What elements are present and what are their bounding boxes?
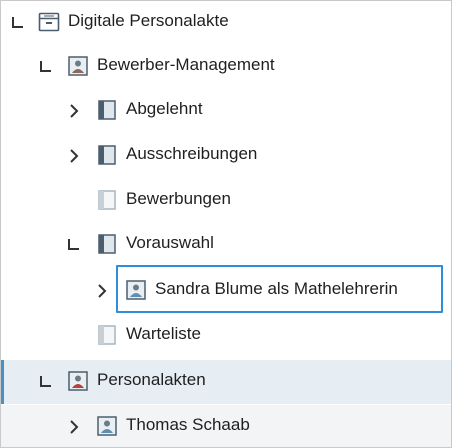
expand-icon[interactable] [93, 281, 111, 301]
tree-item-digitale-personalakte[interactable]: Digitale Personalakte [1, 1, 451, 45]
tree-item-thomas-schaab[interactable]: Thomas Schaab [1, 405, 451, 447]
tree-item-bewerber-management[interactable]: Bewerber-Management [1, 45, 451, 89]
tree-item-label: Sandra Blume als Mathelehrerin [155, 279, 398, 298]
tree-item-label: Vorauswahl [126, 233, 214, 252]
person-file-icon [96, 415, 118, 442]
tree-item-label: Bewerber-Management [97, 55, 275, 74]
archive-icon [38, 11, 60, 38]
collapse-icon[interactable] [65, 235, 83, 255]
person-folder-icon [67, 55, 89, 82]
tree-item-personalakten[interactable]: Personalakten [1, 360, 451, 404]
tree-item-warteliste[interactable]: Warteliste [1, 314, 451, 358]
expand-icon[interactable] [65, 146, 83, 166]
tree-item-bewerbungen[interactable]: Bewerbungen [1, 179, 451, 223]
collapse-icon[interactable] [37, 372, 55, 392]
tree-item-label: Digitale Personalakte [68, 11, 229, 30]
navigation-tree: Digitale Personalakte Bewerber-Managemen… [0, 0, 452, 448]
tree-item-label: Thomas Schaab [126, 415, 250, 434]
expand-icon[interactable] [65, 101, 83, 121]
tree-item-label: Warteliste [126, 324, 201, 343]
register-icon [96, 233, 118, 260]
tree-item-label: Bewerbungen [126, 189, 231, 208]
register-empty-icon [96, 189, 118, 216]
tree-item-label: Abgelehnt [126, 99, 203, 118]
tree-item-abgelehnt[interactable]: Abgelehnt [1, 89, 451, 133]
person-file-icon [125, 279, 147, 306]
tree-item-vorauswahl[interactable]: Vorauswahl [1, 223, 451, 267]
tree-item-ausschreibungen[interactable]: Ausschreibungen [1, 134, 451, 178]
tree-item-label: Personalakten [97, 370, 206, 389]
expand-icon[interactable] [65, 417, 83, 437]
register-empty-icon [96, 324, 118, 351]
collapse-icon[interactable] [37, 57, 55, 77]
register-icon [96, 144, 118, 171]
tree-item-label: Ausschreibungen [126, 144, 258, 163]
person-folder-icon [67, 370, 89, 397]
collapse-icon[interactable] [9, 13, 27, 33]
tree-item-sandra-blume[interactable]: Sandra Blume als Mathelehrerin [1, 265, 451, 313]
register-icon [96, 99, 118, 126]
